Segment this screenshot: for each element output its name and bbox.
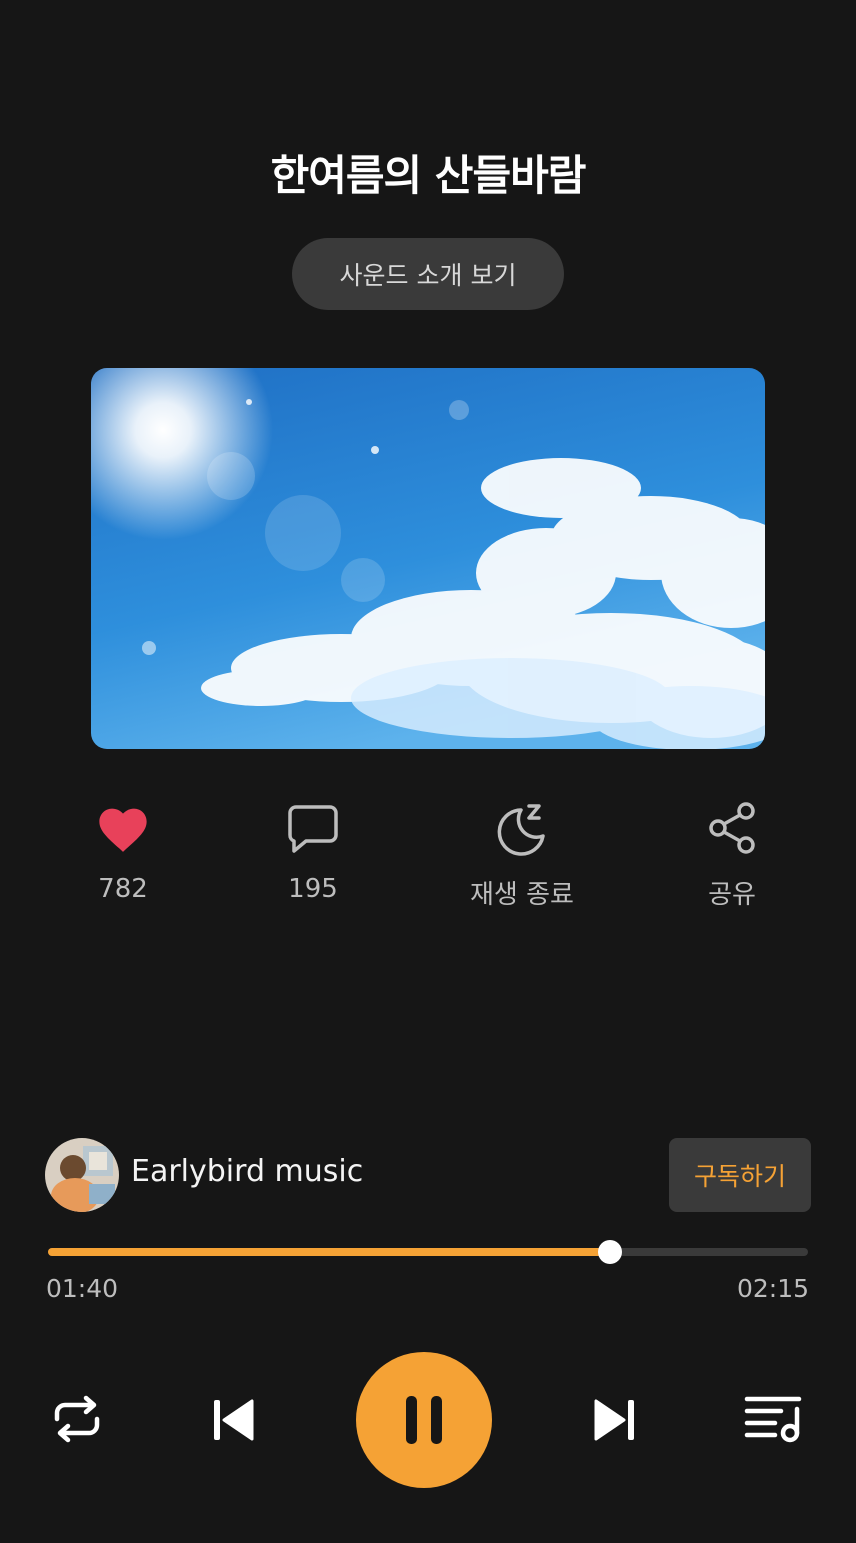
previous-icon xyxy=(214,1399,254,1441)
next-button[interactable] xyxy=(588,1392,644,1448)
share-icon[interactable] xyxy=(647,796,817,860)
progress-handle[interactable] xyxy=(598,1240,623,1264)
comments-count: 195 xyxy=(288,874,338,904)
playlist-button[interactable] xyxy=(740,1388,806,1450)
next-icon xyxy=(594,1399,634,1441)
sleep-timer-label: 재생 종료 xyxy=(470,880,574,910)
repeat-button[interactable] xyxy=(46,1388,108,1450)
subscribe-button[interactable]: 구독하기 xyxy=(669,1138,811,1212)
comment-action[interactable]: 195 xyxy=(228,796,398,904)
share-action[interactable]: 공유 xyxy=(647,796,817,911)
playlist-icon xyxy=(744,1396,802,1443)
sleep-timer-action[interactable]: 재생 종료 xyxy=(437,796,607,911)
like-action[interactable]: 782 xyxy=(38,796,208,904)
progress-fill xyxy=(48,1248,611,1256)
track-title: 한여름의 산들바람 xyxy=(270,151,587,200)
total-time: 02:15 xyxy=(736,1274,809,1303)
channel-name[interactable]: Earlybird music xyxy=(131,1154,363,1189)
pause-icon xyxy=(406,1396,442,1444)
cover-image xyxy=(91,368,765,749)
progress-bar[interactable] xyxy=(48,1240,808,1264)
heart-icon[interactable] xyxy=(38,796,208,860)
sound-intro-button[interactable]: 사운드 소개 보기 xyxy=(292,238,564,310)
pause-button[interactable] xyxy=(356,1352,492,1488)
repeat-icon xyxy=(54,1395,100,1443)
moon-sleep-icon[interactable] xyxy=(437,796,607,860)
comment-icon[interactable] xyxy=(228,796,398,860)
current-time: 01:40 xyxy=(46,1274,119,1303)
channel-avatar[interactable] xyxy=(45,1138,119,1212)
likes-count: 782 xyxy=(98,874,148,904)
previous-button[interactable] xyxy=(204,1392,260,1448)
share-label: 공유 xyxy=(708,880,756,910)
